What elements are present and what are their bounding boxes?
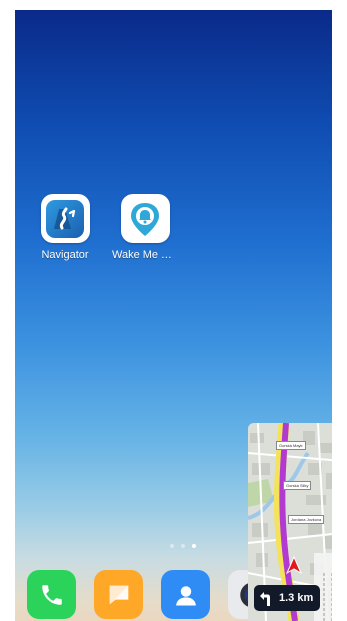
contacts-app[interactable] xyxy=(161,570,210,619)
page-indicator[interactable] xyxy=(170,544,196,548)
messages-app[interactable] xyxy=(94,570,143,619)
phone-icon xyxy=(41,584,62,605)
wake-me-there-icon xyxy=(120,194,170,243)
street-label: Jordana Jovkova xyxy=(288,515,325,524)
messages-icon xyxy=(109,585,128,604)
home-screen: Navigator Wake Me Th… Gorská Mayk Gorská… xyxy=(15,10,332,621)
phone-app[interactable] xyxy=(27,570,76,619)
page-dot xyxy=(181,544,185,548)
street-label: Gorská Mayk xyxy=(276,441,306,450)
navigation-pip-window[interactable]: Gorská Mayk Gorská Silky Jordana Jovkova… xyxy=(248,423,332,621)
street-label: Gorská Silky xyxy=(283,481,312,490)
app-label: Navigator xyxy=(41,249,89,261)
turn-instruction-badge: 1.3 km xyxy=(254,585,320,611)
app-navigator[interactable]: Navigator xyxy=(32,194,98,261)
page-dot xyxy=(170,544,174,548)
turn-left-arrow-icon xyxy=(260,592,270,606)
app-wake-me-there[interactable]: Wake Me Th… xyxy=(112,194,178,261)
app-label: Wake Me Th… xyxy=(112,249,178,261)
turn-distance: 1.3 km xyxy=(279,592,314,604)
navigator-icon xyxy=(40,194,90,243)
contacts-icon xyxy=(175,585,196,605)
page-dot-active xyxy=(192,544,196,548)
